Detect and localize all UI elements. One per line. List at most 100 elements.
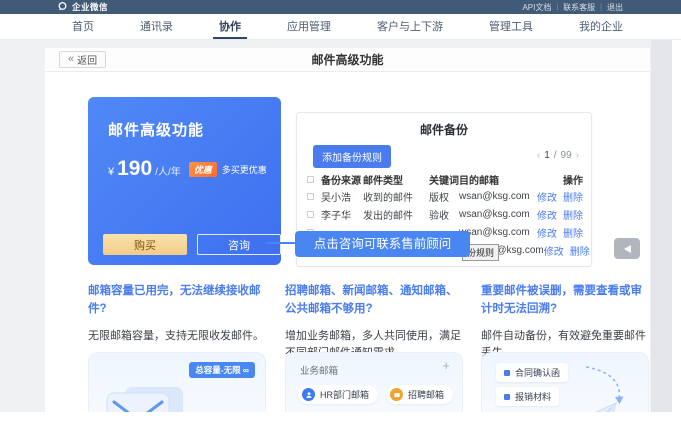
page-title: 邮件高级功能 — [45, 48, 650, 72]
delete-link[interactable]: 删除 — [563, 225, 583, 240]
app-window: 企业微信 API文档 | 联系客服 | 退出 首页 通讯录 协作 应用管理 客户… — [0, 0, 681, 430]
scrollbar-track[interactable] — [651, 40, 672, 412]
header-target: 目的邮箱 — [459, 172, 521, 187]
table-row: 吴小浩 收到的邮件 版权 wsan@ksg.com 修改删除 — [307, 187, 583, 205]
header-type: 邮件类型 — [363, 172, 429, 187]
cell-target: wsan@ksg.com — [459, 209, 530, 220]
doc-icon — [504, 370, 510, 376]
feature-backup: 重要邮件被误删，需要查看或审计时无法回溯? 邮件自动备份，有效避免重要邮件丢失。 — [481, 283, 649, 363]
mailbox-pill-recruit: 招聘邮箱 — [386, 385, 453, 404]
consult-button[interactable]: 咨询 — [197, 234, 281, 255]
doc-icon — [504, 394, 510, 400]
promo-buttons: 购买 咨询 — [103, 234, 281, 255]
mailbox-pills: HR部门邮箱 招聘邮箱 — [298, 385, 453, 404]
currency-symbol: ¥ — [108, 166, 114, 178]
nav-item-my-company[interactable]: 我的企业 — [573, 14, 629, 39]
topbar-links: API文档 | 联系客服 | 退出 — [522, 2, 623, 13]
pill-label: 报销材料 — [515, 390, 551, 403]
cell-type: 收到的邮件 — [363, 189, 429, 204]
prev-page-icon[interactable]: ‹ — [537, 150, 540, 161]
pill-label: HR部门邮箱 — [320, 388, 369, 401]
back-label: 返回 — [77, 52, 97, 67]
cell-keyword: 验收 — [429, 207, 459, 222]
delete-link[interactable]: 删除 — [563, 207, 583, 222]
cell-source: 吴小浩 — [321, 189, 363, 204]
pill-label: 招聘邮箱 — [408, 388, 444, 401]
delete-link[interactable]: 删除 — [563, 189, 583, 204]
mailbox-pill-hr: HR部门邮箱 — [298, 385, 378, 404]
delete-link[interactable]: 删除 — [570, 243, 590, 258]
tooltip-connector — [267, 242, 297, 244]
window-margin-bottom — [0, 412, 681, 430]
price-unit: /人/年 — [155, 163, 181, 178]
nav-item-admin-tools[interactable]: 管理工具 — [483, 14, 539, 39]
person-icon — [302, 388, 315, 401]
feature-title: 邮箱容量已用完，无法继续接收邮件? — [88, 283, 266, 319]
plus-icon: + — [442, 358, 450, 373]
pagination: ‹ 1 / 99 › — [537, 150, 579, 161]
price-row: ¥ 190 /人/年 优惠 多买更优惠 — [108, 157, 267, 181]
topbar: 企业微信 API文档 | 联系客服 | 退出 — [0, 0, 681, 14]
feature-body: 无限邮箱容量，支持无限收发邮件。 — [88, 328, 266, 346]
business-mailbox-title: 业务邮箱 — [300, 363, 338, 377]
collapse-handle[interactable] — [614, 238, 640, 259]
cell-type: 发出的邮件 — [363, 207, 429, 222]
api-docs-link[interactable]: API文档 — [522, 2, 551, 13]
back-button[interactable]: « 返回 — [59, 51, 106, 68]
divider: | — [600, 4, 602, 11]
brand-name: 企业微信 — [72, 1, 108, 13]
current-page: 1 — [544, 150, 550, 161]
feature-title: 重要邮件被误删，需要查看或审计时无法回溯? — [481, 283, 649, 319]
pill-label: 合同确认函 — [515, 366, 560, 379]
nav-item-home[interactable]: 首页 — [66, 14, 100, 39]
wechat-work-logo-icon — [57, 1, 68, 14]
feature-title: 招聘邮箱、新闻邮箱、通知邮箱、公共邮箱不够用? — [285, 283, 463, 319]
main-nav: 首页 通讯录 协作 应用管理 客户与上下游 管理工具 我的企业 — [0, 14, 681, 40]
edit-link[interactable]: 修改 — [537, 207, 557, 222]
cell-source: 李子华 — [321, 207, 363, 222]
mailbox-icon — [390, 388, 403, 401]
capacity-badge: 总容量-无限 ∞ — [189, 362, 255, 378]
contact-support-link[interactable]: 联系客服 — [563, 2, 595, 13]
table-header-row: 备份来源 邮件类型 关键词 目的邮箱 操作 — [307, 171, 583, 187]
discount-badge: 优惠 — [189, 162, 217, 177]
total-pages: 99 — [561, 150, 572, 161]
header-keyword: 关键词 — [429, 172, 459, 187]
nav-item-collaboration[interactable]: 协作 — [213, 14, 247, 39]
feature-business-mailbox: 招聘邮箱、新闻邮箱、通知邮箱、公共邮箱不够用? 增加业务邮箱，多人共同使用，满足… — [285, 283, 463, 363]
nav-item-customers[interactable]: 客户与上下游 — [371, 14, 449, 39]
discount-note: 多买更优惠 — [222, 163, 267, 176]
doc-pill-contract: 合同确认函 — [496, 363, 568, 382]
logout-link[interactable]: 退出 — [607, 2, 623, 13]
select-all-checkbox[interactable] — [307, 176, 314, 183]
chevron-left-icon — [624, 245, 631, 253]
next-page-icon[interactable]: › — [576, 150, 579, 161]
cell-keyword: 版权 — [429, 189, 459, 204]
back-icon: « — [68, 54, 74, 65]
feature-capacity: 邮箱容量已用完，无法继续接收邮件? 无限邮箱容量，支持无限收发邮件。 — [88, 283, 266, 345]
row-checkbox[interactable] — [307, 211, 314, 218]
content-area: 邮件高级功能 « 返回 邮件高级功能 ¥ 190 /人/年 优惠 多买更优惠 购… — [45, 48, 650, 412]
table-row: 李子华 发出的邮件 验收 wsan@ksg.com 修改删除 — [307, 205, 583, 223]
panel-title: 邮件备份 — [297, 121, 591, 138]
window-margin-right — [672, 40, 681, 430]
nav-item-apps[interactable]: 应用管理 — [281, 14, 337, 39]
header-actions: 操作 — [563, 172, 583, 187]
edit-link[interactable]: 修改 — [537, 189, 557, 204]
toolbar: 邮件高级功能 « 返回 — [45, 48, 650, 72]
buy-button[interactable]: 购买 — [103, 234, 187, 255]
edit-link[interactable]: 修改 — [537, 225, 557, 240]
header-source: 备份来源 — [321, 172, 363, 187]
cell-target: wsan@ksg.com — [459, 191, 530, 202]
edit-link[interactable]: 修改 — [544, 243, 564, 258]
divider: | — [556, 4, 558, 11]
consult-tooltip: 点击咨询可联系售前顾问 — [295, 231, 470, 257]
price-amount: 190 — [117, 157, 152, 181]
page-separator: / — [554, 150, 557, 161]
promo-title: 邮件高级功能 — [108, 119, 204, 140]
brand-logo[interactable]: 企业微信 — [57, 1, 108, 14]
nav-item-contacts[interactable]: 通讯录 — [134, 14, 179, 39]
promo-card: 邮件高级功能 ¥ 190 /人/年 优惠 多买更优惠 购买 咨询 — [88, 97, 281, 265]
add-backup-rule-button[interactable]: 添加备份规则 — [313, 145, 391, 168]
row-checkbox[interactable] — [307, 193, 314, 200]
